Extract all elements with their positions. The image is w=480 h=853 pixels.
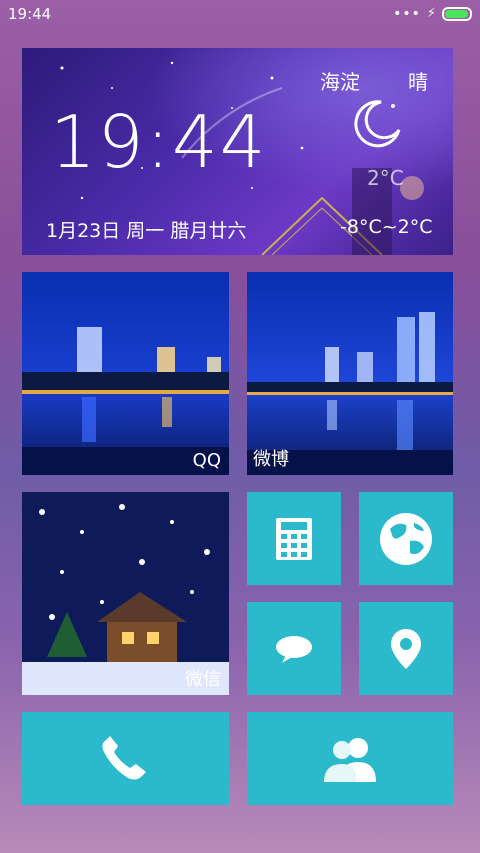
weather-condition: 晴 [408,70,428,94]
phone-handset-icon [101,735,146,780]
weibo-tile[interactable]: 微博 [247,272,453,475]
qq-label: QQ [192,450,221,471]
weibo-label: 微博 [253,449,289,470]
chat-bubble-icon [276,635,312,663]
battery-icon [442,6,472,21]
messages-tile[interactable] [247,602,341,695]
date-text: 1月23日 周一 腊月廿六 [46,220,247,242]
notification-dots-icon: ••• [393,5,421,22]
phone-tile[interactable] [22,712,229,805]
contacts-icon [324,737,376,782]
weather-city: 海淀 [320,70,360,94]
charging-icon: ⚡ [426,6,436,21]
maps-tile[interactable] [359,602,453,695]
weather-clock-widget[interactable]: 海淀 晴 19:44 2°C 1月23日 周一 腊月廿六 -8°C~2°C [22,48,453,255]
globe-icon [380,512,432,565]
moon-icon [354,100,401,148]
clock-time: 19:44 [50,100,268,184]
status-icons: ••• ⚡ [393,6,472,21]
qq-tile[interactable]: QQ [22,272,229,475]
wechat-tile[interactable]: 微信 [22,492,229,695]
current-temperature: 2°C [367,166,404,190]
location-pin-icon [391,628,421,669]
wechat-label: 微信 [185,669,221,690]
contacts-tile[interactable] [247,712,453,805]
calculator-tile[interactable] [247,492,341,585]
calculator-icon [276,517,312,560]
city-night-image [22,272,229,475]
temperature-range: -8°C~2°C [340,216,433,238]
status-time: 19:44 [8,5,52,23]
status-bar: 19:44 ••• ⚡ [0,0,480,28]
browser-tile[interactable] [359,492,453,585]
battery-level [445,9,468,18]
